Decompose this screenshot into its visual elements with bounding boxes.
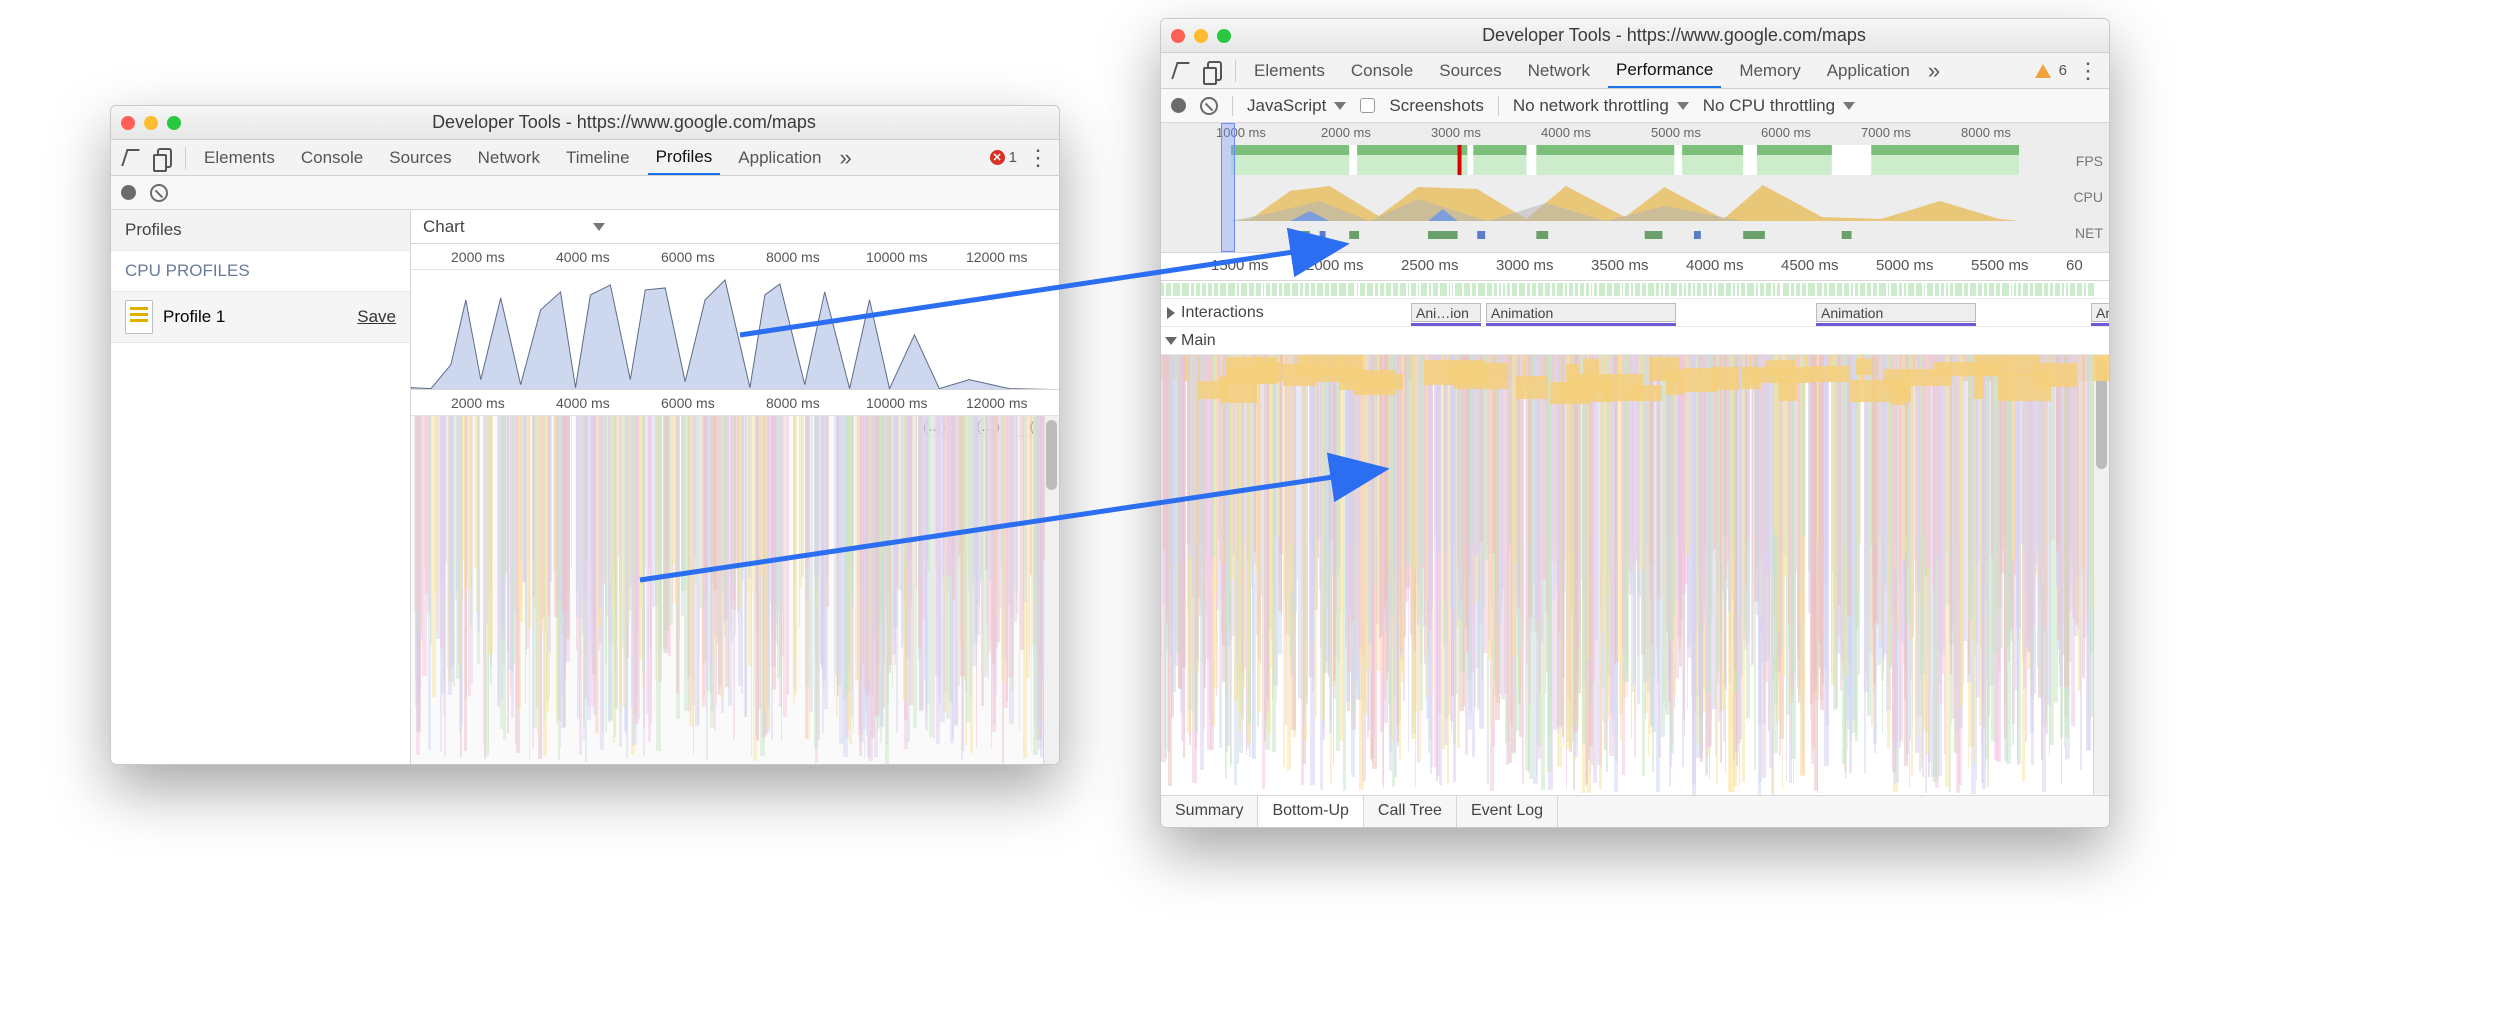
warning-icon <box>2035 64 2051 78</box>
save-link[interactable]: Save <box>357 307 396 327</box>
more-tabs-icon[interactable]: » <box>1928 58 1940 84</box>
device-icon[interactable] <box>1203 60 1225 82</box>
close-icon[interactable] <box>121 116 135 130</box>
tab-elements[interactable]: Elements <box>1246 55 1333 87</box>
record-icon[interactable] <box>121 185 136 200</box>
record-icon[interactable] <box>1171 98 1186 113</box>
view-dropdown[interactable]: Chart <box>411 210 1059 244</box>
disclosure-icon[interactable] <box>1167 307 1175 319</box>
screenshots-checkbox[interactable] <box>1360 98 1375 113</box>
device-icon[interactable] <box>153 147 175 169</box>
more-tabs-icon[interactable]: » <box>839 145 851 171</box>
profile-file-icon <box>125 300 153 334</box>
frames-track[interactable] <box>1161 281 2109 299</box>
main-flame-chart[interactable] <box>1161 355 2109 795</box>
tab-summary[interactable]: Summary <box>1161 796 1258 827</box>
zoom-icon[interactable] <box>167 116 181 130</box>
panel-tabs: Elements Console Sources Network Timelin… <box>111 140 1059 176</box>
tab-performance[interactable]: Performance <box>1608 54 1721 88</box>
titlebar[interactable]: Developer Tools - https://www.google.com… <box>111 106 1059 140</box>
mini-row-labels: FPS CPU NET <box>2073 143 2103 251</box>
minimize-icon[interactable] <box>144 116 158 130</box>
tab-call-tree[interactable]: Call Tree <box>1364 796 1457 827</box>
panel-tabs: Elements Console Sources Network Perform… <box>1161 53 2109 89</box>
net-strip <box>1231 227 2019 243</box>
tab-bottom-up[interactable]: Bottom-Up <box>1258 796 1363 827</box>
profile-name: Profile 1 <box>163 307 225 327</box>
scrollbar[interactable] <box>2093 355 2109 795</box>
profile-toolbar <box>111 176 1059 210</box>
tab-event-log[interactable]: Event Log <box>1457 796 1558 827</box>
window-title: Developer Tools - https://www.google.com… <box>199 112 1049 133</box>
tab-application[interactable]: Application <box>730 142 829 174</box>
flame-axis: 2000 ms 4000 ms 6000 ms 8000 ms 10000 ms… <box>411 390 1059 416</box>
performance-toolbar: JavaScript Screenshots No network thrott… <box>1161 89 2109 123</box>
overview-axis: 2000 ms 4000 ms 6000 ms 8000 ms 10000 ms… <box>411 244 1059 270</box>
sidebar-section: CPU PROFILES <box>111 251 410 291</box>
interactions-track[interactable]: Interactions Ani…ion Animation Animation… <box>1161 299 2109 327</box>
flame-chart[interactable]: (…)(…)(…) <box>411 416 1059 764</box>
minimize-icon[interactable] <box>1194 29 1208 43</box>
error-count[interactable]: ✕1 <box>990 149 1017 166</box>
main-track-header[interactable]: Main <box>1161 327 2109 355</box>
overview-selection[interactable] <box>1221 123 1235 252</box>
timeline-axis: 1500 ms 2000 ms 2500 ms 3000 ms 3500 ms … <box>1161 253 2109 281</box>
cpu-strip <box>1231 181 2019 221</box>
sidebar-header: Profiles <box>111 210 410 251</box>
tab-console[interactable]: Console <box>293 142 371 174</box>
clear-icon[interactable] <box>1200 97 1218 115</box>
kebab-icon[interactable]: ⋮ <box>2077 60 2099 82</box>
tab-profiles[interactable]: Profiles <box>648 141 721 175</box>
zoom-icon[interactable] <box>1217 29 1231 43</box>
disclosure-icon[interactable] <box>1165 337 1177 345</box>
devtools-window-profiles: Developer Tools - https://www.google.com… <box>110 105 1060 765</box>
window-controls <box>1171 29 1231 43</box>
tab-console[interactable]: Console <box>1343 55 1421 87</box>
tab-network[interactable]: Network <box>1520 55 1598 87</box>
inspect-icon[interactable] <box>121 147 143 169</box>
profile-chart-area: Chart 2000 ms 4000 ms 6000 ms 8000 ms 10… <box>411 210 1059 764</box>
window-title: Developer Tools - https://www.google.com… <box>1249 25 2099 46</box>
warning-count[interactable]: 6 <box>2035 62 2067 79</box>
window-controls <box>121 116 181 130</box>
tab-elements[interactable]: Elements <box>196 142 283 174</box>
tab-memory[interactable]: Memory <box>1731 55 1808 87</box>
chevron-down-icon <box>1843 102 1855 110</box>
chevron-down-icon <box>1677 102 1689 110</box>
screenshots-label: Screenshots <box>1389 96 1484 116</box>
fps-strip <box>1231 145 2019 175</box>
network-throttle-dropdown[interactable]: No network throttling <box>1513 96 1689 116</box>
profiles-sidebar: Profiles CPU PROFILES Profile 1 Save <box>111 210 411 764</box>
titlebar[interactable]: Developer Tools - https://www.google.com… <box>1161 19 2109 53</box>
overview-minimap[interactable]: 1000 ms 2000 ms 3000 ms 4000 ms 5000 ms … <box>1161 123 2109 253</box>
tab-sources[interactable]: Sources <box>381 142 459 174</box>
close-icon[interactable] <box>1171 29 1185 43</box>
details-tabs: Summary Bottom-Up Call Tree Event Log <box>1161 795 2109 827</box>
inspect-icon[interactable] <box>1171 60 1193 82</box>
kebab-icon[interactable]: ⋮ <box>1027 147 1049 169</box>
cpu-overview-chart[interactable] <box>411 270 1059 390</box>
tab-sources[interactable]: Sources <box>1431 55 1509 87</box>
tab-application[interactable]: Application <box>1819 55 1918 87</box>
devtools-window-performance: Developer Tools - https://www.google.com… <box>1160 18 2110 828</box>
scrollbar[interactable] <box>1043 416 1059 764</box>
mini-axis: 1000 ms 2000 ms 3000 ms 4000 ms 5000 ms … <box>1161 125 2019 141</box>
chevron-down-icon <box>1334 102 1346 110</box>
tab-network[interactable]: Network <box>470 142 548 174</box>
capture-dropdown[interactable]: JavaScript <box>1247 96 1346 116</box>
clear-icon[interactable] <box>150 184 168 202</box>
profile-item[interactable]: Profile 1 Save <box>111 291 410 343</box>
tab-timeline[interactable]: Timeline <box>558 142 638 174</box>
chevron-down-icon <box>593 223 605 231</box>
cpu-throttle-dropdown[interactable]: No CPU throttling <box>1703 96 1855 116</box>
